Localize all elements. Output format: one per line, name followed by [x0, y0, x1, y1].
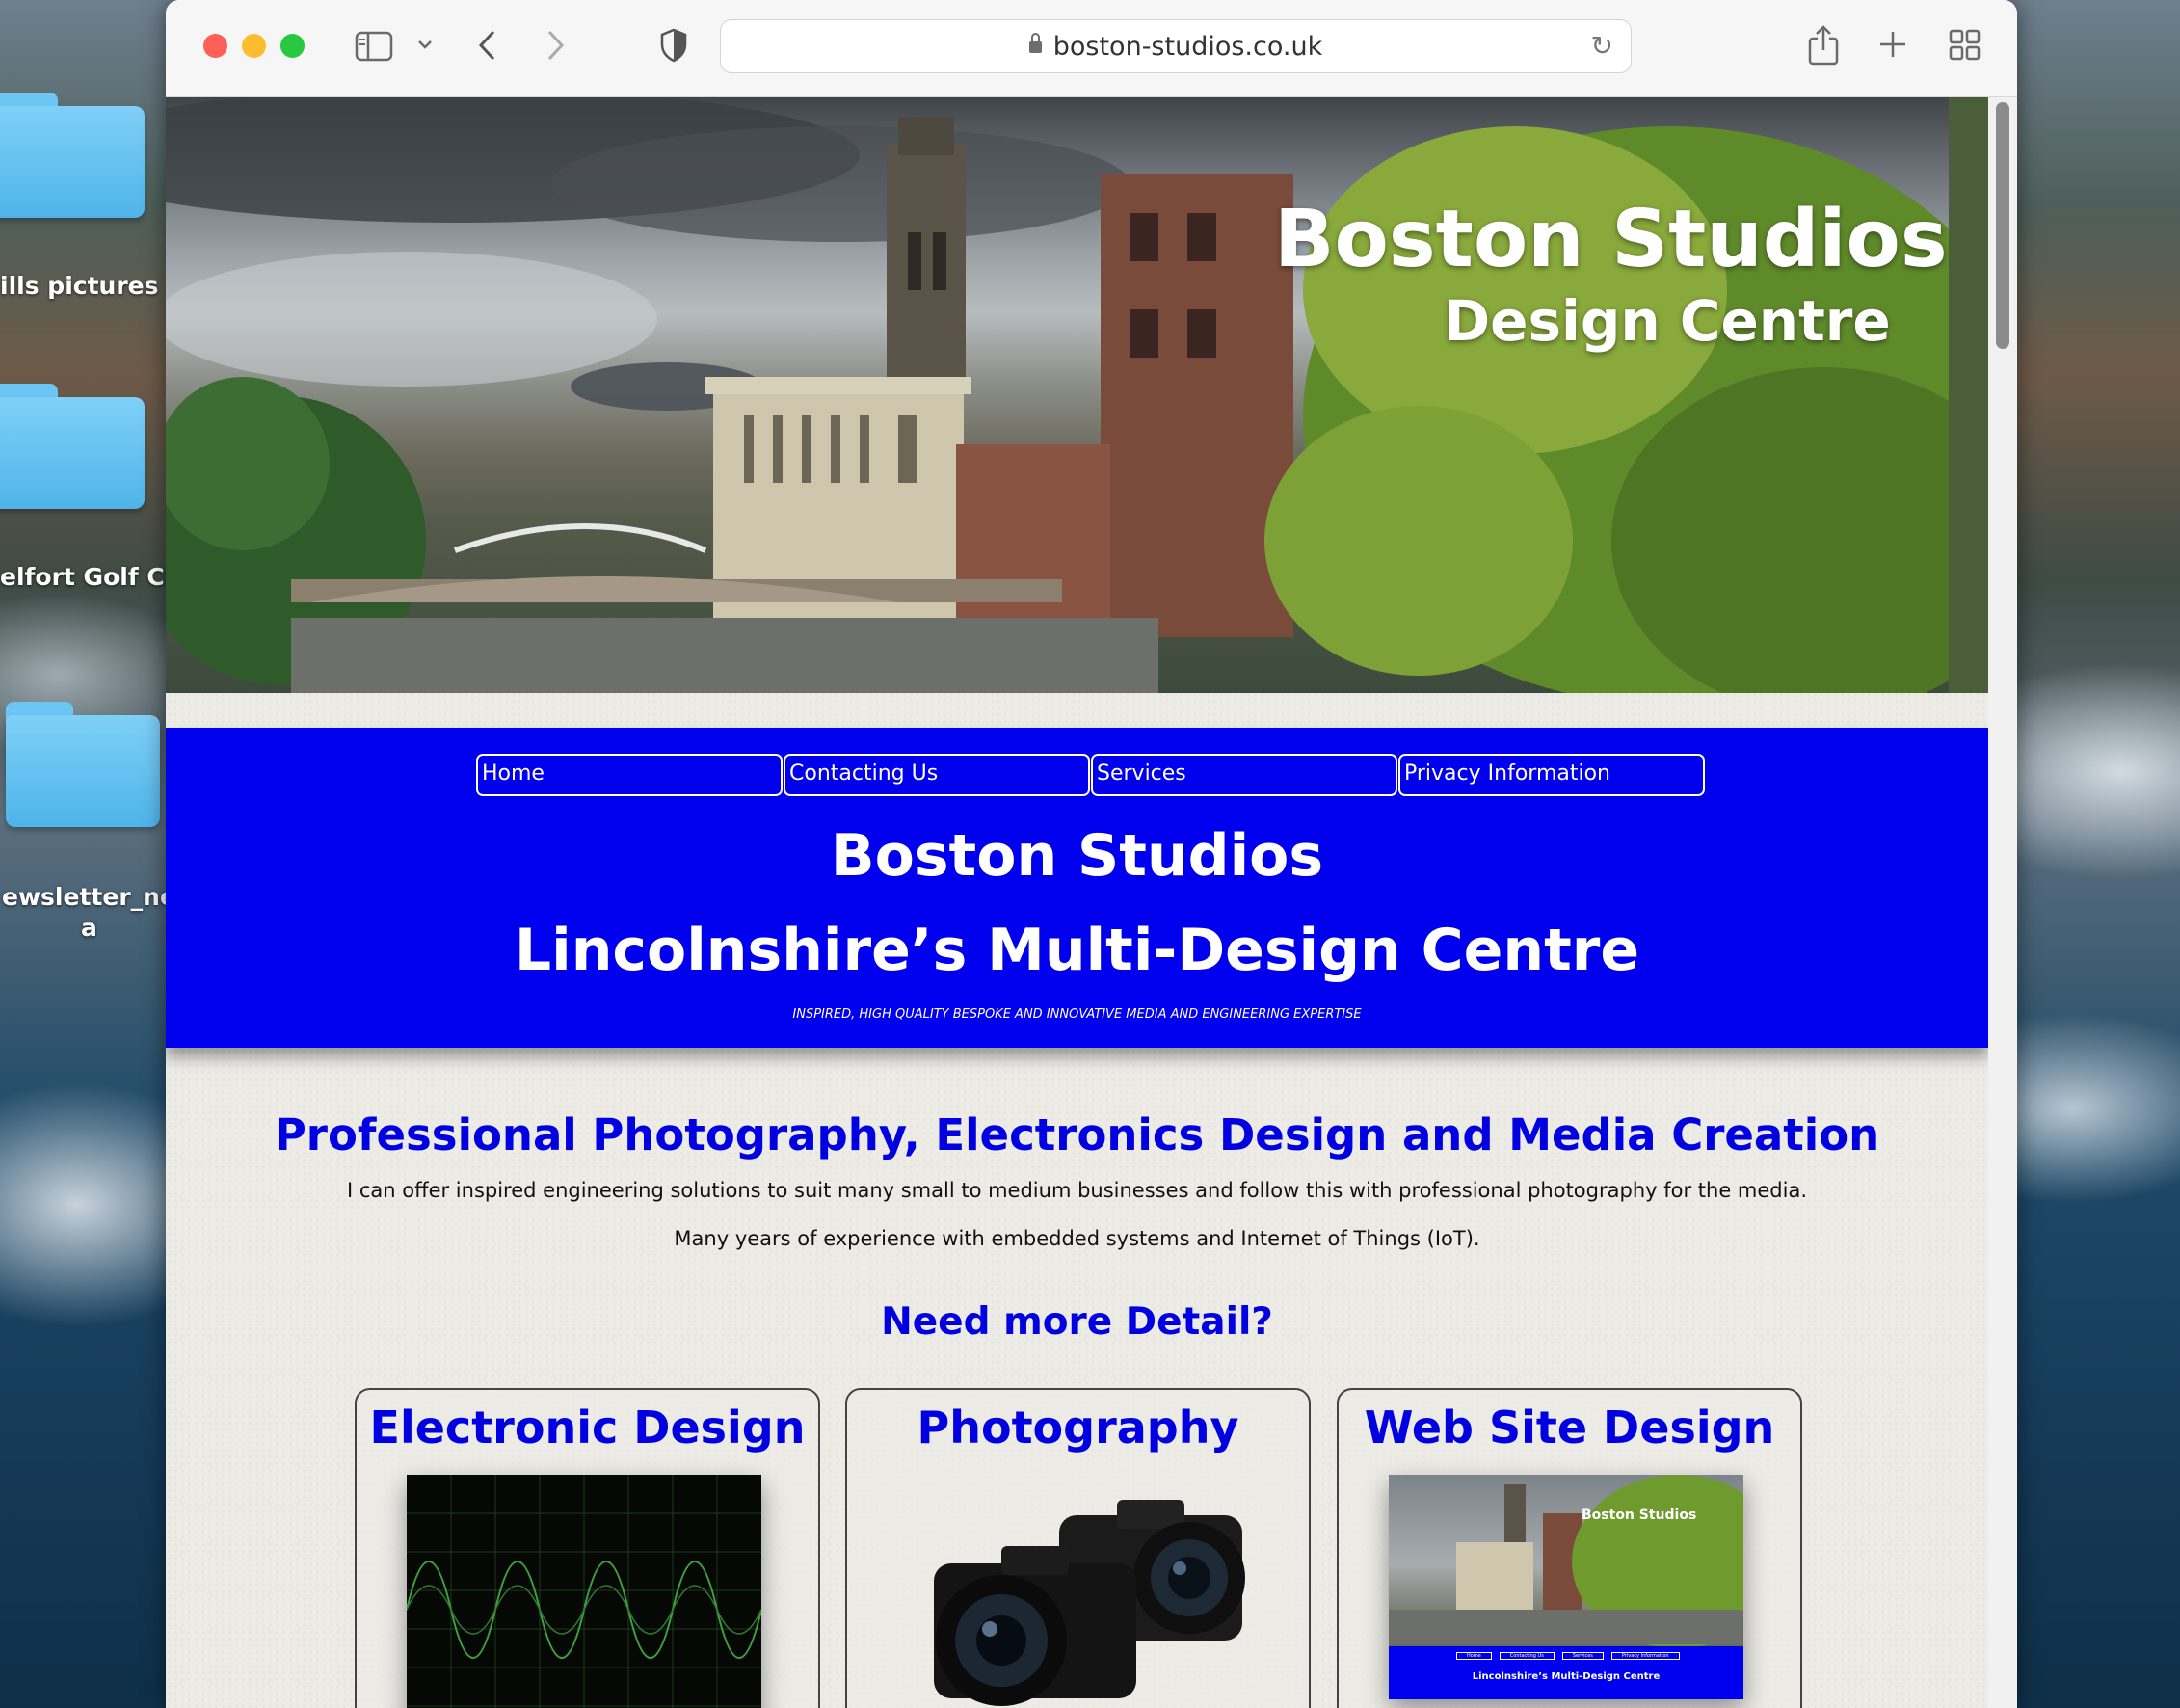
- sine-wave-graphic: [406, 1475, 762, 1708]
- card-photography[interactable]: Photography: [845, 1388, 1311, 1708]
- hero-image: Boston Studios Design Centre: [166, 97, 1988, 693]
- chevron-down-icon[interactable]: [417, 39, 433, 50]
- nav-item-contacting-us[interactable]: Contacting Us: [784, 754, 1090, 796]
- oscilloscope-image[interactable]: [406, 1475, 762, 1708]
- more-detail-heading: Need more Detail?: [881, 1300, 1273, 1344]
- hero-photo-illustration: [166, 97, 1988, 693]
- main-heading: Professional Photography, Electronics De…: [274, 1109, 1880, 1161]
- camera-icon[interactable]: [895, 1486, 1271, 1708]
- tab-overview-icon[interactable]: [1949, 29, 1981, 62]
- thumb-nav-home: Home: [1456, 1652, 1492, 1660]
- reload-icon[interactable]: ↻: [1591, 30, 1613, 62]
- web-page: Boston Studios Design Centre Home Contac…: [166, 97, 1988, 1708]
- banner-tagline: INSPIRED, HIGH QUALITY BESPOKE AND INNOV…: [792, 1007, 1362, 1022]
- hero-subtitle: Design Centre: [1444, 288, 1891, 354]
- card-web-site-design[interactable]: Web Site Design Boston Studios Home Cont…: [1337, 1388, 1802, 1708]
- lock-icon: [1028, 33, 1042, 53]
- sidebar-toggle-icon[interactable]: [355, 31, 393, 62]
- folder-icon[interactable]: [0, 384, 145, 509]
- url-text: boston-studios.co.uk: [1052, 32, 1323, 62]
- banner-subtitle: Lincolnshire’s Multi-Design Centre: [514, 917, 1640, 984]
- folder-label[interactable]: a: [81, 914, 97, 942]
- close-window-button[interactable]: [203, 34, 227, 58]
- card-electronic-design[interactable]: Electronic Design: [355, 1388, 820, 1708]
- thumb-banner: Lincolnshire’s Multi-Design Centre: [1472, 1671, 1661, 1682]
- browser-window: boston-studios.co.uk ↻ Boston Studios De…: [166, 0, 2017, 1708]
- card-title[interactable]: Electronic Design: [357, 1401, 818, 1454]
- folder-label[interactable]: ewsletter_nes: [2, 883, 191, 911]
- scrollbar-thumb[interactable]: [1996, 102, 2009, 349]
- thumb-nav-services: Services: [1561, 1652, 1604, 1660]
- thumb-nav-privacy-information: Privacy Information: [1610, 1652, 1680, 1660]
- hero-title: Boston Studios: [1274, 194, 1948, 285]
- folder-label[interactable]: ills pictures: [0, 272, 159, 300]
- main-nav: Home Contacting Us Services Privacy Info…: [476, 754, 1706, 796]
- banner-title: Boston Studios: [830, 822, 1324, 890]
- minimize-window-button[interactable]: [242, 34, 266, 58]
- browser-toolbar: boston-studios.co.uk ↻: [166, 0, 2017, 97]
- new-tab-icon[interactable]: [1877, 29, 1908, 60]
- site-banner: Home Contacting Us Services Privacy Info…: [166, 728, 1988, 1048]
- thumb-title: Boston Studios: [1582, 1508, 1697, 1523]
- folder-icon[interactable]: [0, 93, 145, 218]
- website-thumbnail[interactable]: Boston Studios Home Contacting Us Servic…: [1389, 1475, 1743, 1699]
- folder-label[interactable]: elfort Golf Clu: [0, 563, 190, 591]
- card-title[interactable]: Web Site Design: [1339, 1401, 1800, 1454]
- card-title[interactable]: Photography: [847, 1401, 1309, 1454]
- privacy-shield-icon[interactable]: [659, 28, 688, 63]
- folder-icon[interactable]: [6, 702, 160, 827]
- thumb-nav-contacting-us: Contacting Us: [1499, 1652, 1555, 1660]
- zoom-window-button[interactable]: [280, 34, 305, 58]
- nav-item-privacy-information[interactable]: Privacy Information: [1398, 754, 1705, 796]
- forward-icon[interactable]: [544, 29, 567, 62]
- intro-paragraph: I can offer inspired engineering solutio…: [346, 1179, 1807, 1202]
- back-icon[interactable]: [476, 29, 499, 62]
- experience-paragraph: Many years of experience with embedded s…: [674, 1227, 1480, 1250]
- address-bar[interactable]: boston-studios.co.uk ↻: [720, 19, 1632, 73]
- nav-item-home[interactable]: Home: [476, 754, 783, 796]
- nav-item-services[interactable]: Services: [1091, 754, 1397, 796]
- share-icon[interactable]: [1806, 25, 1841, 66]
